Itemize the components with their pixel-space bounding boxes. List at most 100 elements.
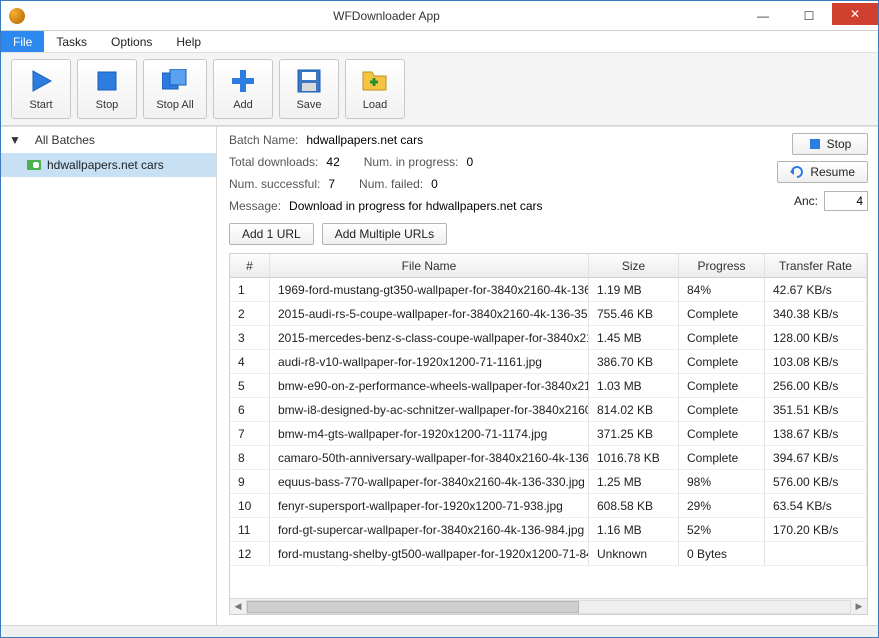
- batch-label: hdwallpapers.net cars: [47, 158, 164, 172]
- menu-help[interactable]: Help: [164, 31, 213, 52]
- scroll-track[interactable]: [246, 600, 851, 614]
- cell-filename: fenyr-supersport-wallpaper-for-1920x1200…: [270, 494, 589, 517]
- cell-progress: 52%: [679, 518, 765, 541]
- close-button[interactable]: ✕: [832, 3, 878, 25]
- save-button[interactable]: Save: [279, 59, 339, 119]
- add-button[interactable]: Add: [213, 59, 273, 119]
- menu-tasks[interactable]: Tasks: [44, 31, 99, 52]
- batch-item[interactable]: hdwallpapers.net cars: [1, 153, 216, 177]
- cell-size: 755.46 KB: [589, 302, 679, 325]
- add-multiple-urls-button[interactable]: Add Multiple URLs: [322, 223, 447, 245]
- table-row[interactable]: 7bmw-m4-gts-wallpaper-for-1920x1200-71-1…: [230, 422, 867, 446]
- play-icon: [27, 67, 55, 95]
- cell-filename: bmw-e90-on-z-performance-wheels-wallpape…: [270, 374, 589, 397]
- table-row[interactable]: 12ford-mustang-shelby-gt500-wallpaper-fo…: [230, 542, 867, 566]
- stop-all-icon: [161, 67, 189, 95]
- cell-progress: Complete: [679, 302, 765, 325]
- cell-progress: Complete: [679, 350, 765, 373]
- cell-rate: 170.20 KB/s: [765, 518, 867, 541]
- load-label: Load: [363, 99, 387, 111]
- table-row[interactable]: 9equus-bass-770-wallpaper-for-3840x2160-…: [230, 470, 867, 494]
- cell-num: 5: [230, 374, 270, 397]
- stopall-label: Stop All: [156, 99, 193, 111]
- col-size[interactable]: Size: [589, 254, 679, 277]
- batch-icon: [27, 160, 41, 170]
- all-batches-label: All Batches: [35, 133, 95, 147]
- cell-size: 1.25 MB: [589, 470, 679, 493]
- panel-resume-button[interactable]: Resume: [777, 161, 868, 183]
- table-body[interactable]: 11969-ford-mustang-gt350-wallpaper-for-3…: [230, 278, 867, 598]
- table-row[interactable]: 22015-audi-rs-5-coupe-wallpaper-for-3840…: [230, 302, 867, 326]
- table-row[interactable]: 10fenyr-supersport-wallpaper-for-1920x12…: [230, 494, 867, 518]
- col-filename[interactable]: File Name: [270, 254, 589, 277]
- cell-filename: ford-mustang-shelby-gt500-wallpaper-for-…: [270, 542, 589, 565]
- scroll-left-arrow[interactable]: ◀: [230, 600, 246, 614]
- maximize-button[interactable]: ☐: [786, 3, 832, 29]
- message-label: Message:: [229, 199, 281, 213]
- info-area: Batch Name: hdwallpapers.net cars Total d…: [229, 133, 868, 213]
- minimize-button[interactable]: —: [740, 3, 786, 29]
- titlebar: WFDownloader App — ☐ ✕: [1, 1, 878, 31]
- cell-rate: 138.67 KB/s: [765, 422, 867, 445]
- table-row[interactable]: 5bmw-e90-on-z-performance-wheels-wallpap…: [230, 374, 867, 398]
- toolbar: Start Stop Stop All Add Save Load: [1, 53, 878, 126]
- anc-input[interactable]: [824, 191, 868, 211]
- downloads-table: # File Name Size Progress Transfer Rate …: [229, 253, 868, 615]
- floppy-icon: [295, 67, 323, 95]
- cell-size: 386.70 KB: [589, 350, 679, 373]
- main-panel: Batch Name: hdwallpapers.net cars Total d…: [217, 127, 878, 625]
- start-button[interactable]: Start: [11, 59, 71, 119]
- table-row[interactable]: 6bmw-i8-designed-by-ac-schnitzer-wallpap…: [230, 398, 867, 422]
- cell-filename: bmw-m4-gts-wallpaper-for-1920x1200-71-11…: [270, 422, 589, 445]
- cell-progress: Complete: [679, 422, 765, 445]
- cell-num: 10: [230, 494, 270, 517]
- add-one-url-button[interactable]: Add 1 URL: [229, 223, 314, 245]
- cell-rate: 103.08 KB/s: [765, 350, 867, 373]
- cell-progress: Complete: [679, 398, 765, 421]
- cell-progress: Complete: [679, 326, 765, 349]
- cell-size: 1016.78 KB: [589, 446, 679, 469]
- cell-progress: Complete: [679, 446, 765, 469]
- scroll-thumb[interactable]: [247, 601, 579, 613]
- cell-size: 1.45 MB: [589, 326, 679, 349]
- cell-progress: 29%: [679, 494, 765, 517]
- cell-rate: 256.00 KB/s: [765, 374, 867, 397]
- table-row[interactable]: 11969-ford-mustang-gt350-wallpaper-for-3…: [230, 278, 867, 302]
- cell-filename: camaro-50th-anniversary-wallpaper-for-38…: [270, 446, 589, 469]
- batch-name-label: Batch Name:: [229, 133, 298, 147]
- batch-name-value: hdwallpapers.net cars: [306, 133, 423, 147]
- cell-filename: ford-gt-supercar-wallpaper-for-3840x2160…: [270, 518, 589, 541]
- total-label: Total downloads:: [229, 155, 318, 169]
- table-row[interactable]: 32015-mercedes-benz-s-class-coupe-wallpa…: [230, 326, 867, 350]
- cell-progress: 98%: [679, 470, 765, 493]
- plus-icon: [229, 67, 257, 95]
- col-rate[interactable]: Transfer Rate: [765, 254, 867, 277]
- horizontal-scrollbar[interactable]: ◀ ▶: [230, 598, 867, 614]
- cell-size: 1.16 MB: [589, 518, 679, 541]
- menu-file[interactable]: File: [1, 31, 44, 52]
- cell-filename: equus-bass-770-wallpaper-for-3840x2160-4…: [270, 470, 589, 493]
- cell-filename: 2015-audi-rs-5-coupe-wallpaper-for-3840x…: [270, 302, 589, 325]
- panel-resume-label: Resume: [810, 165, 855, 179]
- cell-size: Unknown: [589, 542, 679, 565]
- cell-num: 7: [230, 422, 270, 445]
- sidebar-header[interactable]: ▼ All Batches: [1, 127, 216, 153]
- anc-row: Anc:: [794, 191, 868, 211]
- table-row[interactable]: 4audi-r8-v10-wallpaper-for-1920x1200-71-…: [230, 350, 867, 374]
- stop-button[interactable]: Stop: [77, 59, 137, 119]
- col-num[interactable]: #: [230, 254, 270, 277]
- load-button[interactable]: Load: [345, 59, 405, 119]
- menu-options[interactable]: Options: [99, 31, 164, 52]
- add-label: Add: [233, 99, 253, 111]
- stop-all-button[interactable]: Stop All: [143, 59, 207, 119]
- table-row[interactable]: 8camaro-50th-anniversary-wallpaper-for-3…: [230, 446, 867, 470]
- scroll-right-arrow[interactable]: ▶: [851, 600, 867, 614]
- cell-rate: 63.54 KB/s: [765, 494, 867, 517]
- table-row[interactable]: 11ford-gt-supercar-wallpaper-for-3840x21…: [230, 518, 867, 542]
- cell-progress: 0 Bytes: [679, 542, 765, 565]
- total-value: 42: [326, 155, 339, 169]
- col-progress[interactable]: Progress: [679, 254, 765, 277]
- cell-num: 4: [230, 350, 270, 373]
- cell-progress: Complete: [679, 374, 765, 397]
- panel-stop-button[interactable]: Stop: [792, 133, 868, 155]
